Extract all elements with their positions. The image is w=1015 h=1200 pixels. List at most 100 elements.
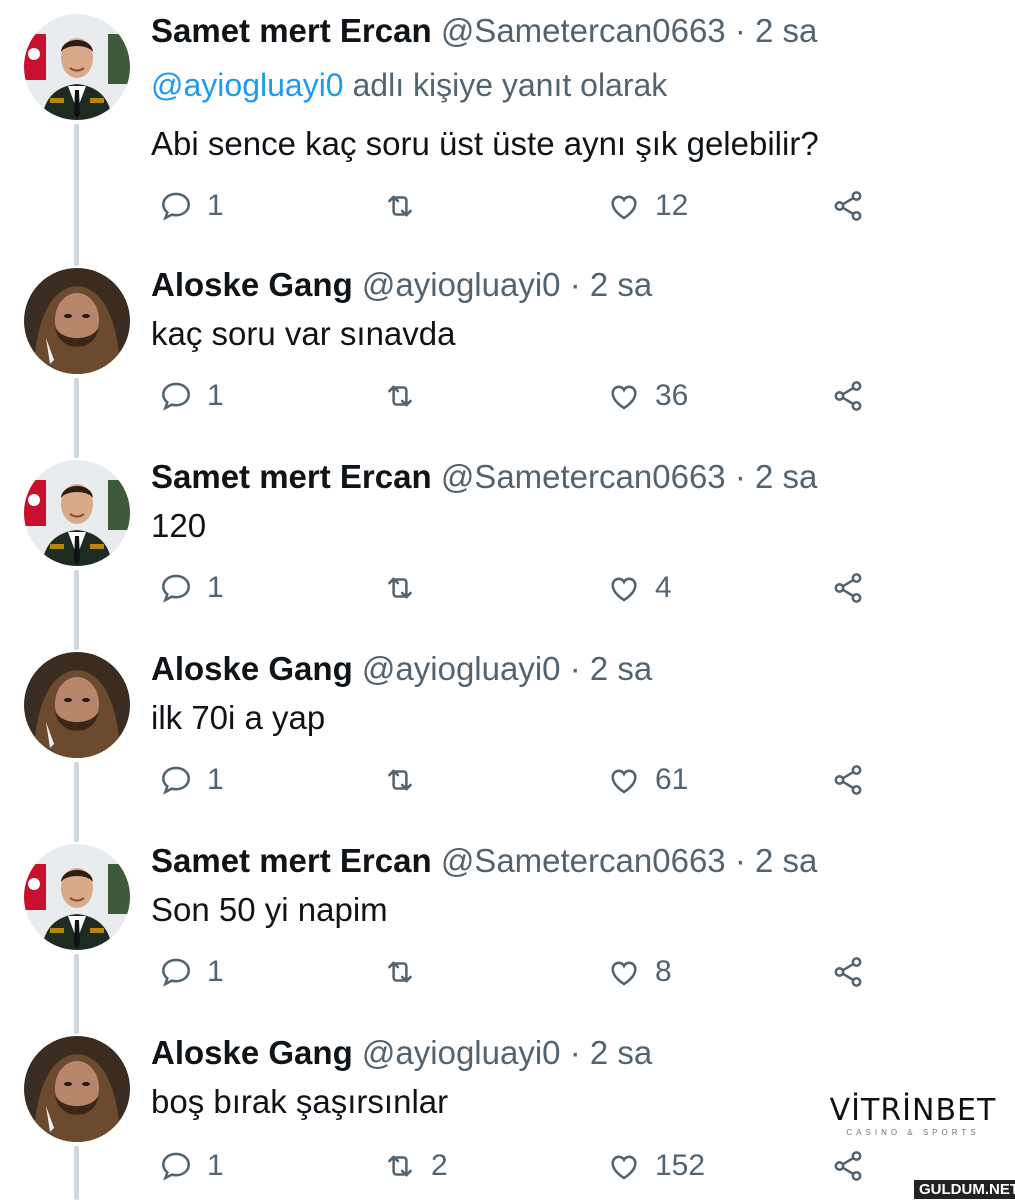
tweet[interactable]: Aloske Gang @ayiogluayi0 · 2 sa ilk 70i … xyxy=(0,580,1015,836)
retweet-icon xyxy=(388,195,412,217)
like-button[interactable]: 152 xyxy=(607,1146,705,1186)
tweet-actions: 1 8 xyxy=(151,952,891,992)
user-handle[interactable]: @Sametercan0663 xyxy=(441,842,726,879)
tweet-text: boş bırak şaşırsınlar xyxy=(151,1083,449,1120)
reply-context-text: adlı kişiye yanıt olarak xyxy=(343,67,668,103)
like-button[interactable]: 8 xyxy=(607,952,672,992)
user-handle[interactable]: @Sametercan0663 xyxy=(441,12,726,49)
tweet-header: Aloske Gang @ayiogluayi0 · 2 sa xyxy=(151,1032,652,1074)
thread-line xyxy=(74,196,79,266)
avatar-samet[interactable] xyxy=(24,14,130,120)
tweet-thread: Samet mert Ercan @Sametercan0663 · 2 sa … xyxy=(0,0,1015,1200)
share-button[interactable] xyxy=(831,760,879,800)
share-button[interactable] xyxy=(831,568,879,608)
retweet-icon xyxy=(388,577,412,599)
like-count: 152 xyxy=(655,1149,706,1182)
retweet-icon xyxy=(388,769,412,791)
tweet-header: Aloske Gang @ayiogluayi0 · 2 sa xyxy=(151,648,652,690)
retweet-icon xyxy=(388,385,412,407)
share-icon xyxy=(834,191,862,221)
avatar-samet[interactable] xyxy=(24,460,130,566)
retweet-icon xyxy=(388,961,412,983)
tweet-actions: 1 2 152 xyxy=(151,1146,891,1186)
avatar-aloske[interactable] xyxy=(24,268,130,374)
like-icon xyxy=(611,1155,637,1180)
timestamp[interactable]: 2 sa xyxy=(590,266,652,303)
reply-count: 1 xyxy=(207,1149,224,1182)
reply-button[interactable]: 1 xyxy=(159,1146,224,1186)
retweet-button[interactable] xyxy=(383,376,431,416)
reply-count: 1 xyxy=(207,379,224,412)
retweet-button[interactable]: 2 xyxy=(383,1146,448,1186)
share-button[interactable] xyxy=(831,1146,879,1186)
like-button[interactable]: 12 xyxy=(607,186,688,226)
reply-count: 1 xyxy=(207,763,224,796)
user-handle[interactable]: @ayiogluayi0 xyxy=(362,1034,561,1071)
share-icon xyxy=(834,573,862,603)
timestamp[interactable]: 2 sa xyxy=(590,650,652,687)
like-icon xyxy=(611,385,637,410)
display-name[interactable]: Aloske Gang xyxy=(151,266,353,303)
tweet-header: Aloske Gang @ayiogluayi0 · 2 sa xyxy=(151,264,652,306)
timestamp[interactable]: 2 sa xyxy=(590,1034,652,1071)
like-icon xyxy=(611,769,637,794)
user-handle[interactable]: @Sametercan0663 xyxy=(441,458,726,495)
reply-button[interactable]: 1 xyxy=(159,376,224,416)
tweet-actions: 1 61 xyxy=(151,760,891,800)
tweet[interactable]: Samet mert Ercan @Sametercan0663 · 2 sa … xyxy=(0,772,1015,1028)
reply-button[interactable]: 1 xyxy=(159,568,224,608)
tweet-actions: 1 36 xyxy=(151,376,891,416)
like-icon xyxy=(611,577,637,602)
thread-line xyxy=(74,772,79,842)
reply-button[interactable]: 1 xyxy=(159,186,224,226)
reply-mention-link[interactable]: @ayiogluayi0 xyxy=(151,67,344,103)
retweet-button[interactable] xyxy=(383,568,431,608)
timestamp[interactable]: 2 sa xyxy=(755,458,817,495)
tweet-text: Son 50 yi napim xyxy=(151,891,388,928)
display-name[interactable]: Samet mert Ercan xyxy=(151,458,432,495)
share-icon xyxy=(834,381,862,411)
like-count: 61 xyxy=(655,763,689,796)
like-count: 36 xyxy=(655,379,689,412)
tweet[interactable]: Samet mert Ercan @Sametercan0663 · 2 sa … xyxy=(0,388,1015,644)
tweet-header: Samet mert Ercan @Sametercan0663 · 2 sa xyxy=(151,840,817,882)
user-handle[interactable]: @ayiogluayi0 xyxy=(362,266,561,303)
tweet-text: ilk 70i a yap xyxy=(151,699,326,736)
reply-icon xyxy=(161,574,191,603)
like-count: 4 xyxy=(655,571,672,604)
reply-icon xyxy=(161,192,191,221)
share-button[interactable] xyxy=(831,376,879,416)
display-name[interactable]: Samet mert Ercan xyxy=(151,12,432,49)
like-count: 8 xyxy=(655,955,672,988)
reply-button[interactable]: 1 xyxy=(159,760,224,800)
user-handle[interactable]: @ayiogluayi0 xyxy=(362,650,561,687)
reply-icon xyxy=(161,766,191,795)
tweet-text: 120 xyxy=(151,507,207,544)
retweet-count: 2 xyxy=(431,1149,448,1182)
like-button[interactable]: 61 xyxy=(607,760,688,800)
display-name[interactable]: Aloske Gang xyxy=(151,650,353,687)
share-button[interactable] xyxy=(831,952,879,992)
retweet-button[interactable] xyxy=(383,952,431,992)
timestamp[interactable]: 2 sa xyxy=(755,12,817,49)
retweet-button[interactable] xyxy=(383,760,431,800)
share-button[interactable] xyxy=(831,186,879,226)
thread-line xyxy=(74,388,79,458)
separator-dot: · xyxy=(569,650,581,687)
avatar-aloske[interactable] xyxy=(24,1036,130,1142)
avatar-samet[interactable] xyxy=(24,844,130,950)
reply-button[interactable]: 1 xyxy=(159,952,224,992)
tweet[interactable]: Samet mert Ercan @Sametercan0663 · 2 sa … xyxy=(0,0,1015,222)
tweet[interactable]: Aloske Gang @ayiogluayi0 · 2 sa kaç soru… xyxy=(0,196,1015,452)
display-name[interactable]: Aloske Gang xyxy=(151,1034,353,1071)
thread-line xyxy=(74,964,79,1034)
like-icon xyxy=(611,195,637,220)
tweet-header: Samet mert Ercan @Sametercan0663 · 2 sa xyxy=(151,456,817,498)
timestamp[interactable]: 2 sa xyxy=(755,842,817,879)
display-name[interactable]: Samet mert Ercan xyxy=(151,842,432,879)
avatar-aloske[interactable] xyxy=(24,652,130,758)
like-button[interactable]: 36 xyxy=(607,376,688,416)
retweet-button[interactable] xyxy=(383,186,431,226)
reply-count: 1 xyxy=(207,955,224,988)
like-button[interactable]: 4 xyxy=(607,568,672,608)
